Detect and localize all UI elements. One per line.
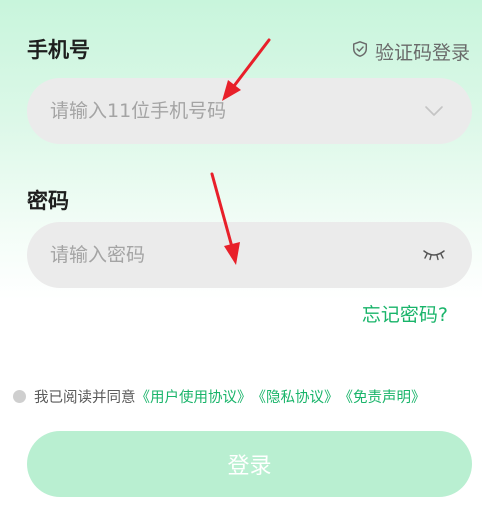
phone-input[interactable]: [50, 100, 414, 122]
forgot-password-link[interactable]: 忘记密码?: [362, 300, 448, 327]
shield-check-icon: [351, 40, 369, 63]
verify-code-login-label: 验证码登录: [374, 42, 470, 64]
user-agreement-link[interactable]: 《用户使用协议》: [136, 386, 252, 407]
agreement-radio[interactable]: [13, 390, 26, 403]
agreement-row: 我已阅读并同意 《用户使用协议》 《隐私协议》 《免责声明》: [13, 386, 426, 407]
disclaimer-link[interactable]: 《免责声明》: [339, 386, 426, 407]
chevron-down-icon[interactable]: [414, 105, 454, 117]
privacy-agreement-link[interactable]: 《隐私协议》: [252, 386, 339, 407]
eye-closed-icon[interactable]: [414, 248, 454, 262]
agreement-prefix: 我已阅读并同意: [34, 390, 136, 406]
password-field[interactable]: [27, 222, 472, 288]
password-input[interactable]: [50, 244, 414, 266]
login-button[interactable]: 登录: [27, 431, 472, 497]
verify-code-login-link[interactable]: 验证码登录: [351, 38, 470, 65]
phone-field[interactable]: [27, 78, 472, 144]
password-label: 密码: [27, 189, 69, 213]
phone-label: 手机号: [27, 38, 90, 62]
